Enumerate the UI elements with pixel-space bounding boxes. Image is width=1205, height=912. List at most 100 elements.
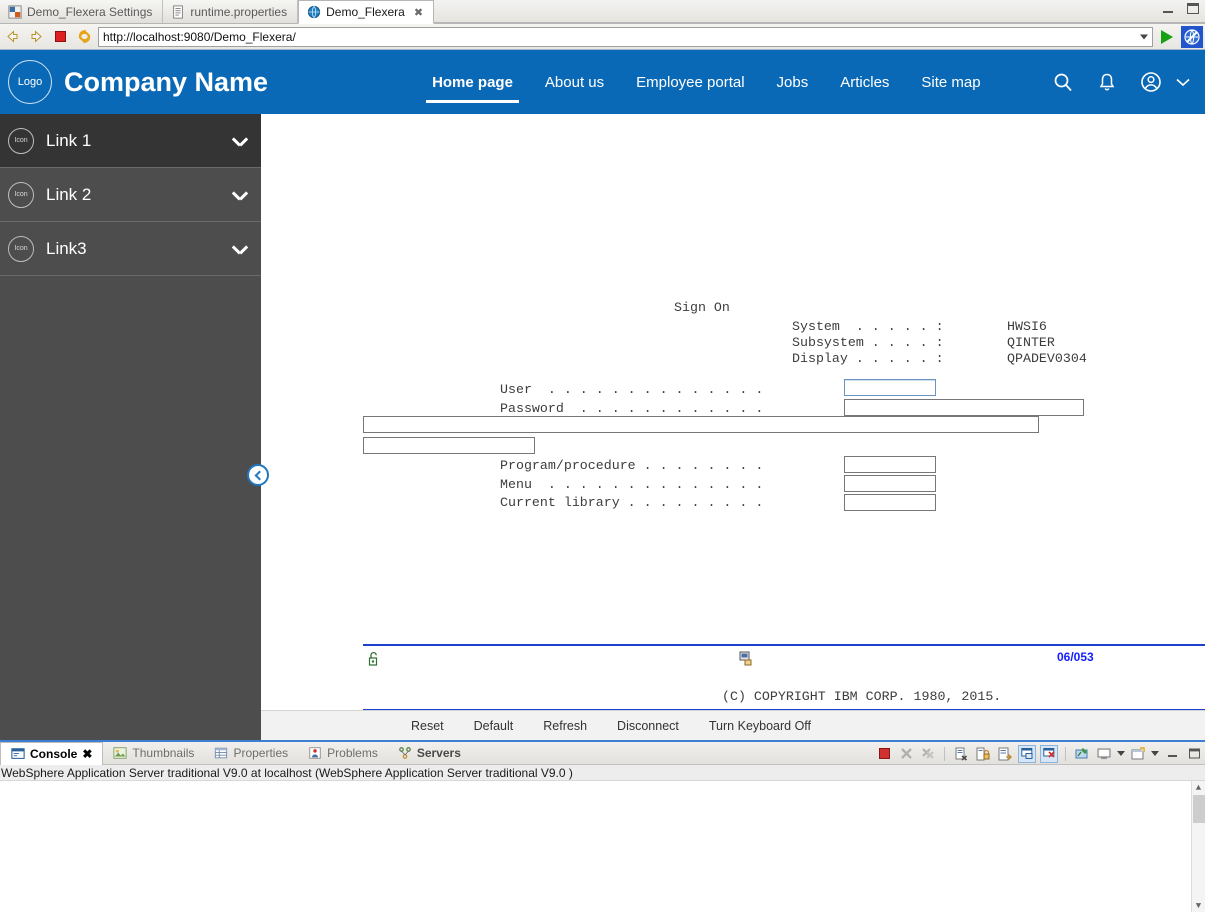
problems-icon (309, 747, 321, 759)
log-line: [7/19/21 2:13:47:022 PDT] 000001ac AppBi… (0, 794, 1205, 811)
sidebar-item-link3[interactable]: Icon Link3 (0, 222, 261, 276)
chevron-down-icon[interactable] (1140, 34, 1148, 39)
minimize-icon[interactable] (1163, 745, 1181, 763)
minimize-button[interactable] (1161, 2, 1177, 16)
terminal-info-label-subsystem: Subsystem . . . . : (792, 335, 944, 350)
tab-servers[interactable]: Servers (388, 742, 471, 764)
scroll-down-icon[interactable]: ▼ (1192, 899, 1205, 912)
nav-item-employee-portal[interactable]: Employee portal (620, 50, 760, 114)
close-icon[interactable]: ✖ (82, 747, 92, 761)
address-bar[interactable]: http://localhost:9080/Demo_Flexera/ (98, 26, 1153, 47)
chevron-down-icon[interactable] (233, 137, 247, 145)
reset-button[interactable]: Reset (411, 719, 444, 733)
refresh-button[interactable]: Refresh (543, 719, 587, 733)
refresh-icon[interactable] (74, 27, 94, 47)
terminate-icon[interactable] (875, 745, 893, 763)
terminal-label-user: User . . . . . . . . . . . . . . (500, 382, 764, 397)
editor-tab-bar: Demo_Flexera Settings runtime.properties… (0, 0, 1205, 24)
company-name: Company Name (64, 66, 269, 97)
sidebar-collapse-button[interactable] (247, 464, 269, 486)
console-view: Console ✖ Thumbnails Properties Problems… (0, 740, 1205, 912)
message-field-1[interactable] (363, 416, 1039, 433)
chevron-down-icon[interactable] (1171, 70, 1195, 94)
menu-input[interactable] (844, 475, 936, 492)
forward-arrow-icon[interactable] (26, 27, 46, 47)
show-console-on-output-icon[interactable] (1018, 744, 1036, 763)
maximize-button[interactable] (1185, 2, 1201, 16)
clear-console-icon[interactable] (952, 745, 970, 763)
disconnect-button[interactable]: Disconnect (617, 719, 679, 733)
sidebar-item-link-1[interactable]: Icon Link 1 (0, 114, 261, 168)
display-selected-console-icon[interactable] (1095, 745, 1113, 763)
close-icon[interactable]: ✖ (414, 6, 423, 19)
open-external-browser-icon[interactable] (1181, 25, 1203, 48)
maximize-icon[interactable] (1185, 745, 1203, 763)
remove-launch-icon[interactable] (897, 745, 915, 763)
log-line: [7/19/21 2:13:47:928 PDT] 0000017c annot… (0, 879, 1205, 896)
editor-tab-demo-flexera-settings[interactable]: Demo_Flexera Settings (0, 0, 164, 23)
show-console-on-error-icon[interactable] (1040, 744, 1058, 763)
console-tab-label: Servers (416, 746, 461, 760)
open-console-icon[interactable] (1129, 745, 1147, 763)
sidebar-item-label: Link 2 (46, 184, 92, 204)
window-buttons (1161, 2, 1201, 16)
editor-tab-demo-flexera[interactable]: Demo_Flexera ✖ (298, 0, 435, 24)
scroll-lock-icon[interactable] (974, 745, 992, 763)
nav-item-home-page[interactable]: Home page (416, 50, 529, 114)
globe-icon (307, 5, 321, 19)
pin-console-icon[interactable] (1073, 745, 1091, 763)
go-icon[interactable] (1157, 27, 1177, 47)
account-icon[interactable] (1139, 70, 1163, 94)
terminal-copyright: (C) COPYRIGHT IBM CORP. 1980, 2015. (722, 689, 1002, 704)
scrollbar-thumb[interactable] (1193, 795, 1205, 823)
tab-console[interactable]: Console ✖ (0, 742, 104, 765)
search-icon[interactable] (1051, 70, 1075, 94)
bell-icon[interactable] (1095, 70, 1119, 94)
chevron-down-icon[interactable] (233, 245, 247, 253)
nav-item-site-map[interactable]: Site map (905, 50, 996, 114)
console-scrollbar[interactable]: ▲ ▼ (1191, 781, 1205, 912)
sidebar-item-link-2[interactable]: Icon Link 2 (0, 168, 261, 222)
logo[interactable]: Logo (8, 60, 52, 104)
site-header: Logo Company Name Home page About us Emp… (0, 50, 1205, 114)
console-title: WebSphere Application Server traditional… (0, 765, 1205, 781)
tab-thumbnails[interactable]: Thumbnails (103, 742, 204, 764)
program-procedure-input[interactable] (844, 456, 936, 473)
browser-viewport: Logo Company Name Home page About us Emp… (0, 50, 1205, 740)
nav-item-jobs[interactable]: Jobs (761, 50, 825, 114)
tab-properties[interactable]: Properties (204, 742, 298, 764)
servers-icon (399, 747, 411, 759)
log-line: [7/19/21 2:13:47:100 PDT] 000001ac FileR… (0, 862, 1205, 879)
stop-icon[interactable] (50, 27, 70, 47)
properties-icon (215, 747, 228, 759)
keyboard-connected-icon (739, 651, 753, 670)
terminal-title: Sign On (674, 300, 730, 315)
terminal-divider-top (363, 644, 1205, 646)
editor-tab-runtime-properties[interactable]: runtime.properties (163, 0, 299, 23)
terminal-info-label-system: System . . . . . : (792, 319, 944, 334)
message-field-2[interactable] (363, 437, 535, 454)
remove-all-terminated-icon[interactable] (919, 745, 937, 763)
nav-item-articles[interactable]: Articles (824, 50, 905, 114)
password-input[interactable] (844, 399, 1084, 416)
terminal-info-value-display: QPADEV0304 (1007, 351, 1087, 366)
user-input[interactable] (844, 379, 936, 396)
properties-file-icon (173, 4, 184, 19)
chevron-down-icon[interactable] (233, 191, 247, 199)
console-tab-bar: Console ✖ Thumbnails Properties Problems… (0, 742, 1205, 765)
turn-keyboard-off-button[interactable]: Turn Keyboard Off (709, 719, 811, 733)
open-console-caret[interactable] (1151, 751, 1159, 756)
console-icon (11, 748, 25, 759)
display-selected-console-caret[interactable] (1117, 751, 1125, 756)
tab-problems[interactable]: Problems (298, 742, 388, 764)
default-button[interactable]: Default (474, 719, 514, 733)
console-log[interactable]: [7/19/21 2:13:46:616 PDT] 000001ac Compo… (0, 781, 1205, 912)
terminal-button-bar: Reset Default Refresh Disconnect Turn Ke… (261, 710, 1205, 740)
scroll-up-icon[interactable]: ▲ (1192, 781, 1205, 794)
console-tab-label: Console (30, 747, 78, 761)
terminal-info-label-display: Display . . . . . : (792, 351, 944, 366)
current-library-input[interactable] (844, 494, 936, 511)
word-wrap-icon[interactable] (996, 745, 1014, 763)
nav-item-about-us[interactable]: About us (529, 50, 620, 114)
back-arrow-icon[interactable] (2, 27, 22, 47)
